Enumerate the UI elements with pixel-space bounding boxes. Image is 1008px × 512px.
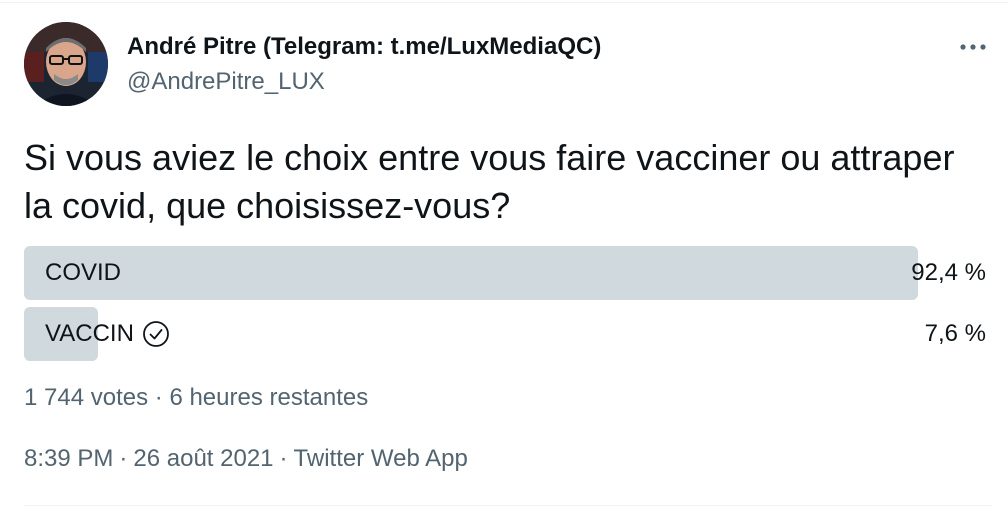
tweet-time[interactable]: 8:39 PM xyxy=(24,445,113,472)
separator: · xyxy=(279,445,288,472)
author-name[interactable]: André Pitre (Telegram: t.me/LuxMediaQC) xyxy=(127,33,601,61)
poll-option-label-wrap: COVID xyxy=(45,246,121,300)
author-handle[interactable]: @AndrePitre_LUX xyxy=(127,68,325,96)
poll-option-label: COVID xyxy=(45,259,122,286)
check-circle-icon xyxy=(143,321,169,347)
poll-option-percent: 92,4 % xyxy=(911,259,986,286)
separator: · xyxy=(154,384,163,411)
more-horizontal-icon xyxy=(960,44,986,50)
poll-option-percent: 7,6 % xyxy=(924,320,986,347)
separator: · xyxy=(119,445,128,472)
tweet-meta: 8:39 PM · 26 août 2021 · Twitter Web App xyxy=(24,445,468,473)
poll-votes: 1 744 votes xyxy=(24,384,149,411)
avatar[interactable] xyxy=(24,22,108,106)
poll-remaining: 6 heures restantes xyxy=(169,384,369,411)
poll-option-covid[interactable]: COVID 92,4 % xyxy=(24,246,992,300)
poll-option-label: VACCIN xyxy=(45,320,134,347)
poll-option-label-wrap: VACCIN xyxy=(45,307,170,361)
more-button[interactable] xyxy=(956,36,990,58)
poll-meta: 1 744 votes · 6 heures restantes xyxy=(24,384,368,412)
user-avatar-icon xyxy=(24,22,108,106)
poll-bar-covid xyxy=(24,246,918,300)
bottom-divider xyxy=(24,505,992,506)
tweet-source[interactable]: Twitter Web App xyxy=(294,445,468,472)
poll-option-vaccin[interactable]: VACCIN 7,6 % xyxy=(24,307,992,361)
tweet-date[interactable]: 26 août 2021 xyxy=(133,445,273,472)
top-divider xyxy=(0,2,1008,3)
tweet-text: Si vous aviez le choix entre vous faire … xyxy=(24,137,955,226)
